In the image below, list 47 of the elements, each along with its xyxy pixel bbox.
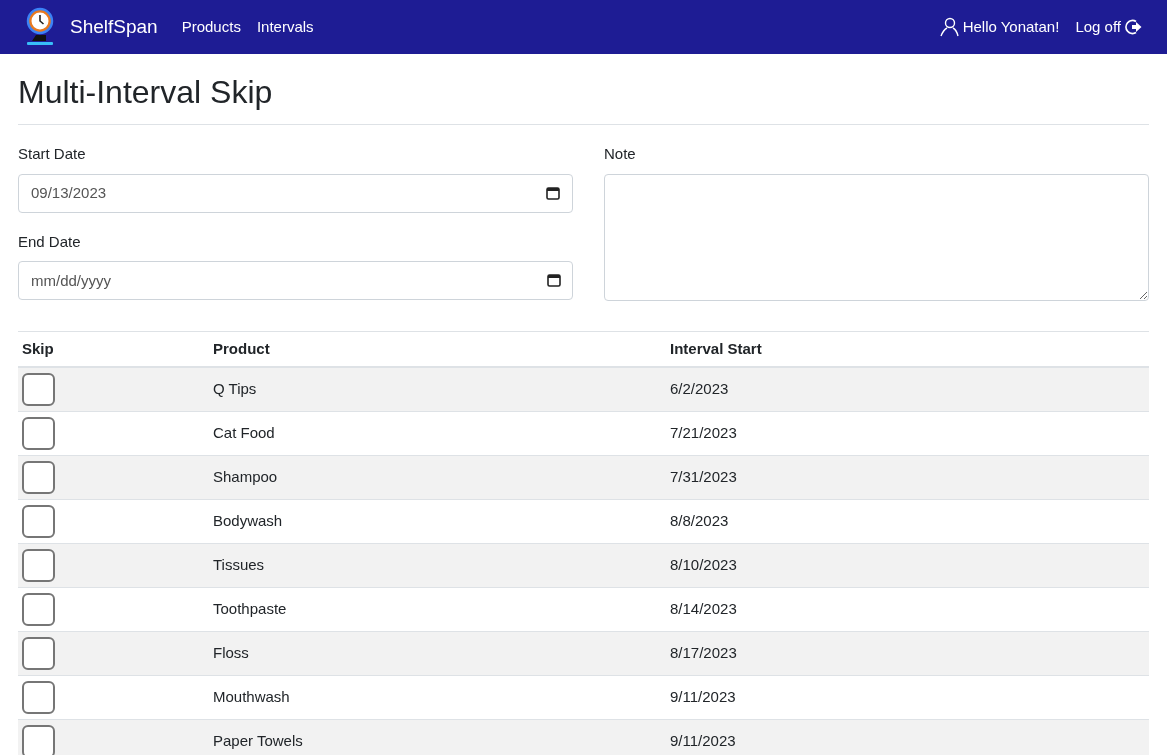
date-field[interactable]: mm/dd/yyyy bbox=[18, 261, 573, 300]
log-off-icon bbox=[1125, 18, 1143, 36]
table-cell: 7/21/2023 bbox=[666, 411, 1149, 455]
nav-link[interactable]: Products bbox=[181, 15, 241, 39]
skip-checkbox[interactable] bbox=[22, 680, 55, 714]
nav-link[interactable]: Intervals bbox=[256, 15, 314, 39]
column-header: Skip bbox=[18, 331, 209, 367]
table-cell: 9/11/2023 bbox=[666, 675, 1149, 719]
log-off-link[interactable]: Log off bbox=[1075, 15, 1143, 39]
calendar-icon[interactable] bbox=[546, 186, 560, 200]
table-cell: 7/31/2023 bbox=[666, 455, 1149, 499]
table-cell: Bodywash bbox=[209, 499, 666, 543]
skip-checkbox[interactable] bbox=[22, 416, 55, 450]
table-cell: Q Tips bbox=[209, 367, 666, 411]
column-header: Interval Start bbox=[666, 331, 1149, 367]
skip-checkbox[interactable] bbox=[22, 373, 55, 406]
skip-checkbox[interactable] bbox=[22, 724, 55, 755]
clock-logo-icon[interactable] bbox=[24, 7, 56, 47]
table-cell: Tissues bbox=[209, 543, 666, 587]
table-cell: 9/11/2023 bbox=[666, 719, 1149, 755]
table-cell: 8/14/2023 bbox=[666, 587, 1149, 631]
table-cell: Toothpaste bbox=[209, 587, 666, 631]
field-label: Start Date bbox=[18, 144, 87, 164]
field-label: Note bbox=[604, 144, 637, 164]
field-label: End Date bbox=[18, 231, 82, 252]
brand-link[interactable]: ShelfSpan bbox=[70, 12, 158, 42]
table-cell: Cat Food bbox=[209, 411, 666, 455]
greeting-link[interactable]: Hello Yonatan! bbox=[938, 15, 1060, 39]
column-header: Product bbox=[209, 331, 666, 367]
table-cell: 8/8/2023 bbox=[666, 499, 1149, 543]
skip-checkbox[interactable] bbox=[22, 460, 55, 494]
skip-checkbox[interactable] bbox=[22, 548, 55, 582]
table-cell: 6/2/2023 bbox=[666, 367, 1149, 411]
table-cell: 8/10/2023 bbox=[666, 543, 1149, 587]
table-cell: 8/17/2023 bbox=[666, 631, 1149, 675]
table-cell: Mouthwash bbox=[209, 675, 666, 719]
date-field[interactable]: 09/13/2023 bbox=[18, 173, 573, 213]
user-icon bbox=[938, 17, 959, 37]
table-cell: Shampoo bbox=[209, 455, 666, 499]
skip-checkbox[interactable] bbox=[22, 504, 55, 538]
table-cell: Paper Towels bbox=[209, 719, 666, 755]
skip-checkbox[interactable] bbox=[22, 592, 55, 626]
table-cell: Floss bbox=[209, 631, 666, 675]
note-field[interactable] bbox=[604, 173, 1149, 301]
skip-checkbox[interactable] bbox=[22, 636, 55, 670]
calendar-icon[interactable] bbox=[547, 273, 561, 287]
page-title: Multi-Interval Skip bbox=[18, 73, 274, 112]
